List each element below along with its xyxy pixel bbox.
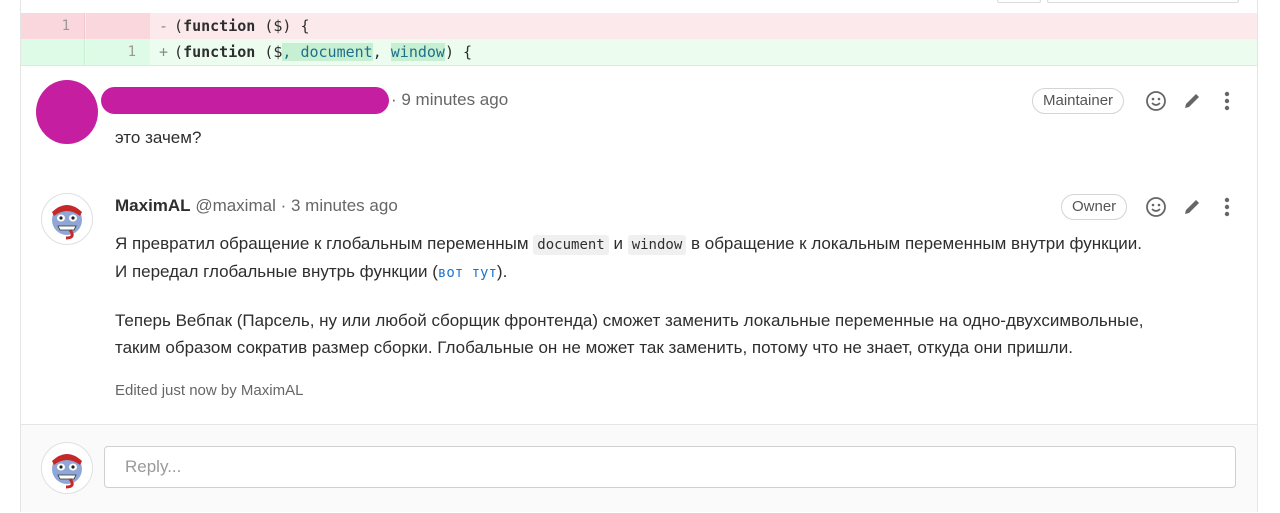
diff-code: - (function ($) { xyxy=(159,13,310,39)
code-keyword: function xyxy=(183,43,256,61)
comment-paragraph: И передал глобальные внутрь функции (вот… xyxy=(115,258,507,287)
new-line-number-empty xyxy=(86,13,150,39)
comment-body: это зачем? xyxy=(115,128,202,147)
code-text: ) { xyxy=(444,43,473,61)
diff-sign: + xyxy=(159,43,169,61)
code-text: ($ xyxy=(255,43,283,61)
code-text: ( xyxy=(174,17,184,35)
text: и xyxy=(608,234,628,253)
redacted-avatar xyxy=(36,80,98,144)
inline-code: window xyxy=(627,235,687,255)
kebab-icon[interactable] xyxy=(1215,89,1239,113)
text: И передал глобальные внутрь функции ( xyxy=(115,262,438,281)
inline-code: document xyxy=(533,235,609,255)
text: в обращение к локальным переменным внутр… xyxy=(686,234,1143,253)
kebab-icon[interactable] xyxy=(1215,195,1239,219)
smiley-icon[interactable] xyxy=(1144,195,1168,219)
comment-paragraph: Я превратил обращение к глобальным перем… xyxy=(115,230,1142,259)
comment-timestamp[interactable]: · 3 minutes ago xyxy=(281,196,398,215)
comment-paragraph: таким образом сократив размер сборки. Гл… xyxy=(115,338,1073,357)
code-highlight: window xyxy=(390,43,445,61)
diff-line-removed: 1 - (function ($) { xyxy=(21,13,1257,39)
role-badge: Owner xyxy=(1061,194,1128,220)
comment-timestamp[interactable]: · 9 minutes ago xyxy=(391,90,508,110)
smiley-icon[interactable] xyxy=(1144,89,1168,113)
reply-input[interactable] xyxy=(104,446,1236,488)
old-line-number-empty xyxy=(21,39,85,65)
edited-note: Edited just now by MaximAL xyxy=(115,382,304,399)
code-text: ($) { xyxy=(255,17,310,35)
code-text: , xyxy=(372,43,391,61)
comment-header: MaximAL @maximal · 3 minutes ago xyxy=(115,196,398,216)
avatar[interactable] xyxy=(41,442,93,494)
text: ). xyxy=(496,262,508,281)
code-highlight: , document xyxy=(282,43,373,61)
old-line-number[interactable]: 1 xyxy=(21,13,85,39)
code-keyword: function xyxy=(183,17,256,35)
role-badge: Maintainer xyxy=(1032,88,1125,114)
pencil-icon[interactable] xyxy=(1180,195,1204,219)
diff-toolbar-button[interactable] xyxy=(1047,0,1239,3)
diff-code: + (function ($, document, window) { xyxy=(159,39,472,65)
text: Я превратил обращение к глобальным перем… xyxy=(115,234,534,253)
author-handle[interactable]: @maximal xyxy=(195,196,276,215)
inline-link[interactable]: вот тут xyxy=(438,265,497,281)
pencil-icon[interactable] xyxy=(1180,89,1204,113)
diff-line-added: 1 + (function ($, document, window) { xyxy=(21,39,1257,66)
new-line-number[interactable]: 1 xyxy=(86,39,150,65)
comment-paragraph: Теперь Вебпак (Парсель, ну или любой сбо… xyxy=(115,311,1144,330)
avatar[interactable] xyxy=(41,193,93,245)
redacted-author-name xyxy=(101,87,389,114)
code-text: ( xyxy=(174,43,184,61)
diff-toolbar-button[interactable] xyxy=(997,0,1041,3)
diff-sign: - xyxy=(159,17,169,35)
author-name[interactable]: MaximAL xyxy=(115,196,191,215)
